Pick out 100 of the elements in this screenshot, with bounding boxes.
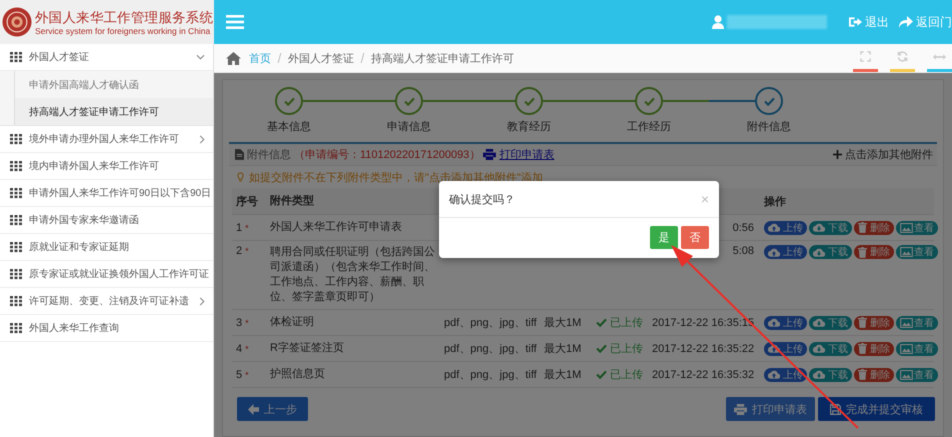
cloud-download-icon [813, 344, 825, 353]
header-link[interactable]: 返回门 [899, 14, 952, 30]
breadcrumb-separator [360, 53, 364, 63]
view-button[interactable]: 查看 [896, 220, 938, 234]
download-button[interactable]: 下载 [809, 368, 852, 382]
header-link[interactable]: 退出 [849, 14, 889, 30]
table-cell: 外国人来华工作许可申请表 [270, 221, 402, 233]
view-button[interactable]: 查看 [896, 342, 938, 356]
table-cell: 2017-12-22 16:35:32 [652, 368, 754, 380]
breadcrumb-link[interactable]: 首页 [249, 50, 271, 66]
column-header: 操作 [762, 194, 787, 210]
required-mark: * [245, 344, 249, 354]
delete-button[interactable]: 删除 [854, 368, 894, 382]
add-attachment-link[interactable]: 点击添加其他附件 [833, 147, 933, 162]
confirm-button[interactable]: 是 [650, 226, 678, 249]
download-button[interactable]: 下载 [809, 220, 852, 234]
trash-icon [858, 317, 867, 328]
cloud-upload-icon [768, 318, 780, 327]
trash-icon [858, 369, 867, 380]
upload-button[interactable]: 上传 [764, 342, 807, 356]
share-arrow-icon [899, 16, 913, 28]
grid-icon [10, 160, 22, 172]
user-icon [712, 15, 724, 29]
column-header: 序号 [235, 194, 259, 210]
download-button[interactable]: 下载 [809, 342, 852, 356]
table-cell: 3 [236, 316, 242, 328]
fullscreen-icon [860, 51, 871, 62]
table-cell: 聘用合同或任职证明（包括跨国公司派遣函）（包含来华工作时间、工作地点、工作内容、薪酬、职位、签字盖章页即可） [270, 246, 435, 303]
plus-icon [833, 150, 842, 159]
delete-button[interactable]: 删除 [854, 220, 894, 234]
table-cell: 护照信息页 [270, 368, 325, 380]
system-subtitle: Service system for foreigners working in China [35, 26, 212, 36]
printer-icon [734, 404, 747, 414]
cloud-download-icon [813, 370, 825, 379]
grid-icon [10, 268, 22, 280]
step-label: 工作经历 [627, 120, 671, 134]
logout-icon [849, 16, 862, 28]
delete-button[interactable]: 删除 [854, 316, 894, 330]
status-text: 已上传 [610, 368, 643, 382]
submit-button[interactable]: 完成并提交审核 [818, 397, 935, 421]
table-cell: 0:56 [732, 222, 754, 234]
cloud-upload-icon [768, 223, 780, 232]
grid-icon [10, 241, 22, 253]
submenu-item[interactable]: 持高端人才签证申请工作许可 [14, 98, 213, 125]
delete-button[interactable]: 删除 [854, 245, 894, 259]
table-cell: 体检证明 [270, 316, 314, 328]
delete-button[interactable]: 删除 [854, 342, 894, 356]
table-cell: 5 [236, 368, 242, 380]
table-cell: 最大1M [544, 343, 582, 355]
print-button[interactable]: 打印申请表 [726, 397, 815, 421]
table-cell: 2017-12-22 16:35:22 [652, 342, 754, 354]
view-button[interactable]: 查看 [896, 316, 938, 330]
cloud-upload-icon [768, 344, 780, 353]
required-mark: * [245, 222, 249, 232]
lightbulb-icon [237, 172, 244, 182]
table-cell: 4 [236, 342, 242, 354]
view-button[interactable]: 查看 [896, 245, 938, 259]
required-mark: * [245, 246, 249, 256]
close-button[interactable]: × [698, 191, 711, 207]
step-label: 教育经历 [507, 120, 551, 134]
cloud-download-icon [813, 223, 825, 232]
status-text: 已上传 [610, 316, 643, 330]
cancel-button[interactable]: 否 [681, 226, 709, 249]
upload-button[interactable]: 上传 [764, 245, 807, 259]
cloud-download-icon [813, 318, 825, 327]
table-cell: 2 [236, 245, 242, 257]
view-button[interactable]: 查看 [896, 368, 938, 382]
refresh-icon [897, 51, 908, 62]
printer-icon [483, 149, 496, 160]
print-link[interactable]: 打印申请表 [483, 147, 554, 162]
image-icon [900, 370, 913, 380]
image-icon [900, 247, 913, 257]
menu-icon[interactable] [226, 15, 244, 29]
table-cell: 1 [236, 222, 242, 234]
cloud-download-icon [813, 248, 825, 256]
table-cell: 最大1M [544, 317, 582, 329]
upload-button[interactable]: 上传 [764, 220, 807, 234]
download-button[interactable]: 下载 [809, 316, 852, 330]
image-icon [900, 222, 913, 232]
breadcrumb-link[interactable]: 外国人才签证 [288, 50, 354, 66]
system-title: 外国人来华工作管理服务系统 [35, 8, 214, 26]
image-icon [900, 344, 913, 354]
required-mark: * [245, 370, 249, 380]
home-icon [226, 52, 241, 64]
application-number: （申请编号：110120220171200093） [294, 148, 480, 162]
trash-icon [858, 343, 867, 354]
download-button[interactable]: 下载 [809, 245, 852, 259]
horizontal-arrows-icon [933, 52, 946, 60]
status-text: 已上传 [610, 342, 643, 356]
trash-icon [858, 222, 867, 233]
breadcrumb-link[interactable]: 持高端人才签证申请工作许可 [371, 50, 514, 66]
back-button[interactable]: 上一步 [237, 397, 308, 421]
dialog-message: 确认提交吗？ [449, 192, 515, 206]
step-label: 附件信息 [747, 120, 791, 134]
emblem-logo [2, 7, 32, 37]
table-cell: 5:08 [732, 245, 754, 257]
document-icon [235, 149, 244, 160]
panel-title: 附件信息 [247, 148, 291, 162]
upload-button[interactable]: 上传 [764, 316, 807, 330]
table-cell: pdf、png、jpg、tiff [444, 369, 537, 381]
